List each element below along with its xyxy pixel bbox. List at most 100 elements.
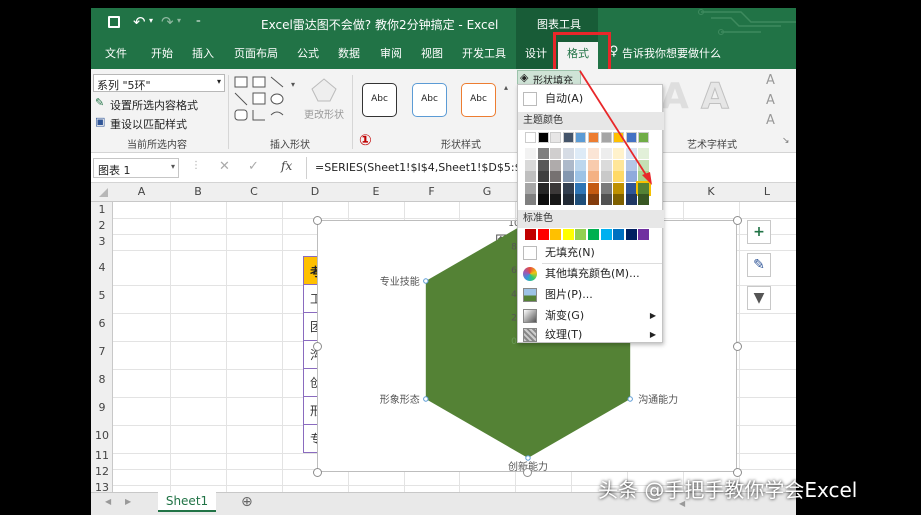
tab-home[interactable]: 开始 (151, 45, 173, 61)
insert-function-icon[interactable]: fx (281, 159, 292, 173)
theme-shade-swatch[interactable] (575, 194, 587, 205)
column-header-c[interactable]: C (226, 185, 282, 198)
standard-color-swatch[interactable] (588, 229, 599, 240)
theme-shade-swatch[interactable] (550, 182, 562, 194)
column-header-b[interactable]: B (170, 185, 226, 198)
radar-point[interactable] (627, 396, 633, 402)
theme-shade-swatch[interactable] (550, 148, 562, 159)
column-header-d[interactable]: D (282, 185, 348, 198)
chart-filters-button[interactable]: ▼ (747, 286, 771, 310)
standard-color-swatch[interactable] (600, 229, 612, 240)
formula-input[interactable]: =SERIES(Sheet1!$I$4,Sheet1!$D$5:$D$1 (315, 161, 544, 174)
style-gallery-more-icon[interactable]: ▴ (504, 83, 508, 92)
more-fill-colors-item[interactable]: 其他填充颜色(M)... (518, 264, 664, 284)
format-selection-button[interactable]: 设置所选内容格式 (110, 97, 198, 113)
theme-shade-swatch[interactable] (525, 171, 536, 182)
wordart-style-3[interactable]: A (701, 76, 730, 118)
tab-design[interactable]: 设计 (525, 45, 547, 61)
column-header-l[interactable]: L (739, 185, 795, 198)
row-header-11[interactable]: 11 (91, 449, 113, 462)
tab-data[interactable]: 数据 (338, 45, 360, 61)
redo-icon[interactable]: ↷ (161, 13, 174, 31)
column-header-g[interactable]: G (459, 185, 515, 198)
theme-shade-swatch[interactable] (525, 159, 536, 171)
gradient-fill-item[interactable]: 渐变(G) ▶ (518, 306, 664, 326)
theme-shade-swatch[interactable] (638, 194, 650, 205)
theme-shade-swatch[interactable] (550, 171, 562, 182)
theme-shade-swatch[interactable] (550, 194, 562, 205)
undo-icon[interactable]: ↶ (133, 13, 146, 31)
row-header-6[interactable]: 6 (91, 317, 113, 330)
tab-insert[interactable]: 插入 (192, 45, 214, 61)
enter-formula-icon[interactable]: ✓ (248, 159, 259, 174)
theme-shade-swatch[interactable] (525, 182, 536, 194)
chart-resize-handle[interactable] (313, 216, 322, 225)
row-header-10[interactable]: 10 (91, 429, 113, 442)
reset-to-match-button[interactable]: 重设以匹配样式 (110, 116, 187, 132)
theme-shade-swatch[interactable] (537, 194, 549, 205)
wordart-style-2[interactable]: A (661, 76, 689, 117)
theme-shade-swatch[interactable] (537, 159, 549, 171)
theme-shade-swatch[interactable] (588, 194, 599, 205)
change-shape-button[interactable]: 更改形状 (304, 106, 344, 121)
tab-page-layout[interactable]: 页面布局 (234, 45, 278, 61)
chart-resize-handle[interactable] (733, 216, 742, 225)
tab-view[interactable]: 视图 (421, 45, 443, 61)
tab-formulas[interactable]: 公式 (297, 45, 319, 61)
scroll-sheets-left-icon[interactable]: ◀ (105, 497, 111, 506)
chart-elements-button[interactable]: + (747, 220, 771, 244)
standard-color-swatch[interactable] (625, 229, 637, 240)
standard-color-swatch[interactable] (613, 229, 625, 240)
column-header-a[interactable]: A (113, 185, 170, 198)
column-header-e[interactable]: E (348, 185, 404, 198)
radar-point[interactable] (423, 396, 429, 402)
tab-developer[interactable]: 开发工具 (462, 45, 506, 61)
chart-resize-handle[interactable] (313, 342, 322, 351)
theme-color-swatch[interactable] (525, 132, 536, 143)
theme-shade-swatch[interactable] (537, 148, 549, 159)
edit-shape-icon[interactable] (310, 77, 338, 103)
theme-shade-swatch[interactable] (550, 159, 562, 171)
theme-color-swatch[interactable] (537, 132, 549, 143)
standard-color-swatch[interactable] (525, 229, 536, 240)
standard-color-swatch[interactable] (575, 229, 587, 240)
row-header-1[interactable]: 1 (91, 203, 113, 216)
chart-resize-handle[interactable] (313, 468, 322, 477)
standard-color-swatch[interactable] (537, 229, 549, 240)
shapes-gallery[interactable]: ▾ (233, 75, 303, 123)
scroll-sheets-right-icon[interactable]: ▶ (125, 497, 131, 506)
chart-resize-handle[interactable] (733, 342, 742, 351)
row-header-3[interactable]: 3 (91, 235, 113, 248)
radar-point[interactable] (423, 278, 429, 284)
picture-fill-item[interactable]: 图片(P)... (518, 285, 664, 305)
theme-color-swatch[interactable] (550, 132, 562, 143)
theme-shade-swatch[interactable] (625, 194, 637, 205)
row-header-7[interactable]: 7 (91, 345, 113, 358)
standard-color-swatch[interactable] (562, 229, 574, 240)
dialog-launcher-icon[interactable]: ↘ (782, 136, 790, 146)
row-header-12[interactable]: 12 (91, 465, 113, 478)
theme-shade-swatch[interactable] (525, 148, 536, 159)
row-header-5[interactable]: 5 (91, 289, 113, 302)
add-sheet-button[interactable]: ⊕ (241, 494, 253, 510)
standard-color-swatch[interactable] (550, 229, 562, 240)
theme-shade-swatch[interactable] (613, 194, 625, 205)
theme-shade-swatch[interactable] (562, 194, 574, 205)
save-icon[interactable] (108, 16, 120, 28)
texture-fill-item[interactable]: 纹理(T) ▶ (518, 325, 664, 345)
chart-resize-handle[interactable] (523, 468, 532, 477)
shape-style-preset-2[interactable]: Abc (412, 83, 447, 117)
shape-style-preset-3[interactable]: Abc (461, 83, 496, 117)
tab-file[interactable]: 文件 (105, 45, 127, 61)
text-effects-icon[interactable]: A (766, 113, 775, 128)
radar-point[interactable] (525, 455, 531, 461)
select-all-corner[interactable] (99, 188, 108, 197)
theme-shade-swatch[interactable] (525, 194, 536, 205)
theme-shade-swatch[interactable] (537, 182, 549, 194)
tab-review[interactable]: 审阅 (380, 45, 402, 61)
row-header-9[interactable]: 9 (91, 401, 113, 414)
standard-color-swatch[interactable] (638, 229, 650, 240)
undo-dropdown-icon[interactable]: ▾ (149, 16, 153, 25)
chart-element-select[interactable]: 系列 "5环" ▾ (93, 74, 225, 92)
customize-qat-icon[interactable]: ₌ (196, 16, 201, 26)
